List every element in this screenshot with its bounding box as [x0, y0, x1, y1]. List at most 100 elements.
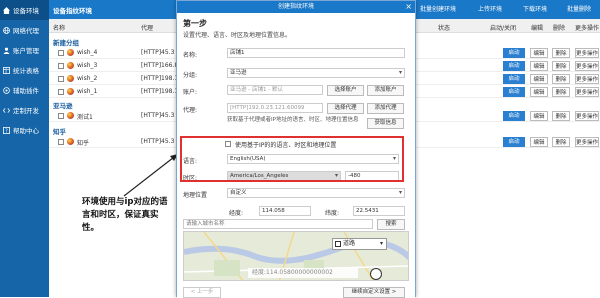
col-header-name: 名称 — [53, 25, 66, 32]
sidebar-item-account-mgmt[interactable]: 账户管理 — [0, 40, 49, 60]
more-actions-button[interactable]: 更多操作 — [575, 61, 599, 71]
longitude-label: 经度: — [229, 210, 244, 217]
download-env-button[interactable]: 下载环境 — [517, 4, 553, 15]
step-title: 第一步 — [183, 19, 207, 28]
globe-icon — [3, 26, 10, 34]
row-proxy: [HTTP]198.1 — [141, 75, 179, 82]
sidebar-item-custom-dev[interactable]: 定制开发 — [0, 100, 49, 120]
sidebar-item-label: 网络代理 — [13, 27, 39, 35]
close-icon[interactable]: × — [405, 1, 412, 13]
browser-icon — [67, 75, 74, 82]
layer-checkbox[interactable] — [335, 241, 341, 247]
home-icon — [3, 6, 10, 14]
edit-button[interactable]: 编辑 — [530, 111, 548, 121]
group-select[interactable]: 亚马逊 — [227, 68, 405, 78]
geo-select[interactable]: 自定义 — [227, 188, 405, 198]
search-button[interactable]: 搜索 — [377, 219, 405, 230]
row-name: wish_2 — [77, 75, 98, 82]
name-field[interactable]: 店铺1 — [227, 48, 405, 58]
locate-icon[interactable] — [370, 268, 382, 280]
group-label[interactable]: 新建分组 — [53, 37, 79, 47]
proxy-label: 代理: — [183, 107, 198, 114]
delete-button[interactable]: 删除 — [552, 48, 570, 58]
edit-button[interactable]: 编辑 — [530, 74, 548, 84]
proxy-hint: 获取基于代理或者IP地址的语言、时区、地理位置信息 — [227, 117, 359, 123]
sidebar-item-label: 账户管理 — [13, 47, 39, 55]
help-icon: ? — [3, 126, 10, 134]
edit-button[interactable]: 编辑 — [530, 61, 548, 71]
row-checkbox[interactable] — [58, 89, 64, 95]
fetch-info-button[interactable]: 获取信息 — [367, 118, 404, 129]
sidebar-item-stats-table[interactable]: 统计表格 — [0, 60, 49, 80]
table-icon — [3, 66, 10, 74]
col-header-edit: 编辑 — [531, 25, 544, 32]
sidebar-item-network-proxy[interactable]: 网络代理 — [0, 20, 49, 40]
batch-create-button[interactable]: 批量创建环境 — [414, 4, 462, 15]
dialog-footer: < 上一步 继续自定义设置 > — [177, 284, 415, 298]
start-button[interactable]: 启动 — [503, 137, 525, 147]
next-step-button[interactable]: 继续自定义设置 > — [343, 287, 405, 298]
latitude-field[interactable]: 22.5431 — [353, 206, 405, 216]
add-account-button[interactable]: 添加账户 — [367, 85, 404, 96]
city-search-input[interactable] — [183, 219, 373, 229]
sidebar-item-device-env[interactable]: 设备环境 — [0, 0, 49, 20]
row-checkbox[interactable] — [58, 113, 64, 119]
select-account-button[interactable]: 选择账户 — [327, 85, 364, 96]
account-field[interactable]: 亚马逊 - 店铺1 - 默认 — [227, 85, 323, 95]
row-checkbox[interactable] — [58, 139, 64, 145]
page-title: 设备指纹环境 — [53, 7, 92, 15]
proxy-field[interactable]: [HTTP]192.0.23.121:60099 — [227, 103, 323, 113]
road-label: 道路 — [343, 240, 356, 247]
annotation-text: 环境使用与ip对应的语言和时区，保证真实性。 — [82, 197, 168, 233]
start-button[interactable]: 启动 — [503, 87, 525, 97]
row-checkbox[interactable] — [58, 76, 64, 82]
start-button[interactable]: 启动 — [503, 48, 525, 58]
latitude-label: 纬度: — [325, 210, 340, 217]
more-actions-button[interactable]: 更多操作 — [575, 74, 599, 84]
sidebar: 设备环境 网络代理 账户管理 统计表格 辅助插件 定制开发 ? 帮助中心 — [0, 0, 49, 297]
more-actions-button[interactable]: 更多操作 — [575, 87, 599, 97]
delete-button[interactable]: 删除 — [552, 137, 570, 147]
dialog-title-bar: 创建指纹环境 × — [177, 1, 415, 13]
start-button[interactable]: 启动 — [503, 74, 525, 84]
row-checkbox[interactable] — [58, 50, 64, 56]
row-proxy: [HTTP]45.3 — [141, 112, 175, 119]
more-actions-button[interactable]: 更多操作 — [575, 48, 599, 58]
highlight-box — [180, 136, 404, 182]
name-label: 名称: — [183, 52, 198, 59]
col-header-delete: 删除 — [553, 25, 566, 32]
sidebar-item-plugins[interactable]: 辅助插件 — [0, 80, 49, 100]
more-actions-button[interactable]: 更多操作 — [575, 137, 599, 147]
road-layer-button[interactable]: 道路 ▾ — [332, 238, 387, 250]
longitude-field[interactable]: 114.058 — [259, 206, 311, 216]
chevron-down-icon: ▾ — [379, 240, 383, 247]
sidebar-item-help[interactable]: ? 帮助中心 — [0, 120, 49, 140]
row-name: 知乎 — [77, 140, 90, 147]
sidebar-item-label: 统计表格 — [13, 67, 39, 75]
group-label[interactable]: 知乎 — [53, 126, 66, 136]
batch-delete-button[interactable]: 批量删除 — [561, 4, 597, 15]
add-proxy-button[interactable]: 添加代理 — [367, 103, 404, 114]
prev-step-button[interactable]: < 上一步 — [183, 287, 221, 298]
start-button[interactable]: 启动 — [503, 61, 525, 71]
edit-button[interactable]: 编辑 — [530, 87, 548, 97]
select-proxy-button[interactable]: 选择代理 — [327, 103, 364, 114]
svg-text:?: ? — [5, 128, 8, 133]
start-button[interactable]: 启动 — [503, 111, 525, 121]
col-header-status: 状态 — [438, 25, 451, 32]
row-proxy: [HTTP]45.3 — [141, 138, 175, 145]
account-label: 账户: — [183, 89, 198, 96]
row-checkbox[interactable] — [58, 63, 64, 69]
delete-button[interactable]: 删除 — [552, 111, 570, 121]
group-label[interactable]: 亚马逊 — [53, 100, 73, 110]
delete-button[interactable]: 删除 — [552, 87, 570, 97]
delete-button[interactable]: 删除 — [552, 74, 570, 84]
row-proxy: [HTTP]198.1 — [141, 88, 179, 95]
more-actions-button[interactable]: 更多操作 — [575, 111, 599, 121]
delete-button[interactable]: 删除 — [552, 61, 570, 71]
upload-env-button[interactable]: 上传环境 — [472, 4, 508, 15]
map-view[interactable]: 道路 ▾ 经度:114.05800000000002 — [183, 231, 409, 281]
sidebar-item-label: 设备环境 — [13, 7, 39, 15]
edit-button[interactable]: 编辑 — [530, 48, 548, 58]
edit-button[interactable]: 编辑 — [530, 137, 548, 147]
